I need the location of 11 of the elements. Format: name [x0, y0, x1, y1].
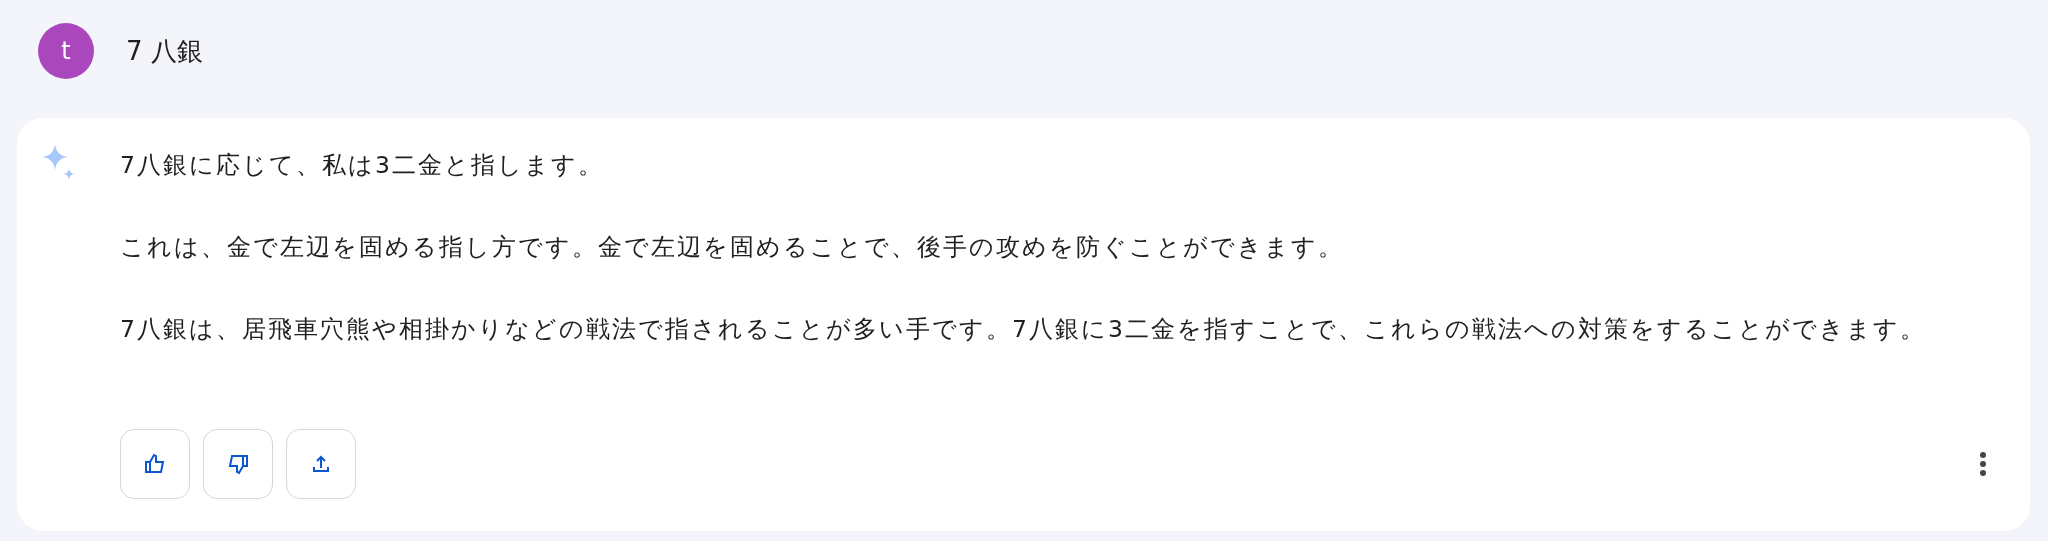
thumbs-down-button[interactable] [203, 429, 273, 499]
response-paragraph: これは、金で左辺を固める指し方です。金で左辺を固めることで、後手の攻めを防ぐことができます。 [120, 232, 1345, 263]
thumbs-down-icon [226, 452, 250, 476]
response-paragraph: 7八銀は、居飛車穴熊や相掛かりなどの戦法で指されることが多い手です。7八銀に3二金を指すことで、これらの戦法への対策をすることができます。 [120, 314, 1926, 345]
upload-icon [311, 454, 331, 474]
more-icon[interactable] [1979, 451, 1987, 477]
thumbs-up-icon [143, 452, 167, 476]
response-paragraph: 7八銀に応じて、私は3二金と指します。 [120, 150, 605, 181]
user-avatar: t [38, 23, 94, 79]
thumbs-up-button[interactable] [120, 429, 190, 499]
user-query: 7 八銀 [126, 34, 203, 68]
